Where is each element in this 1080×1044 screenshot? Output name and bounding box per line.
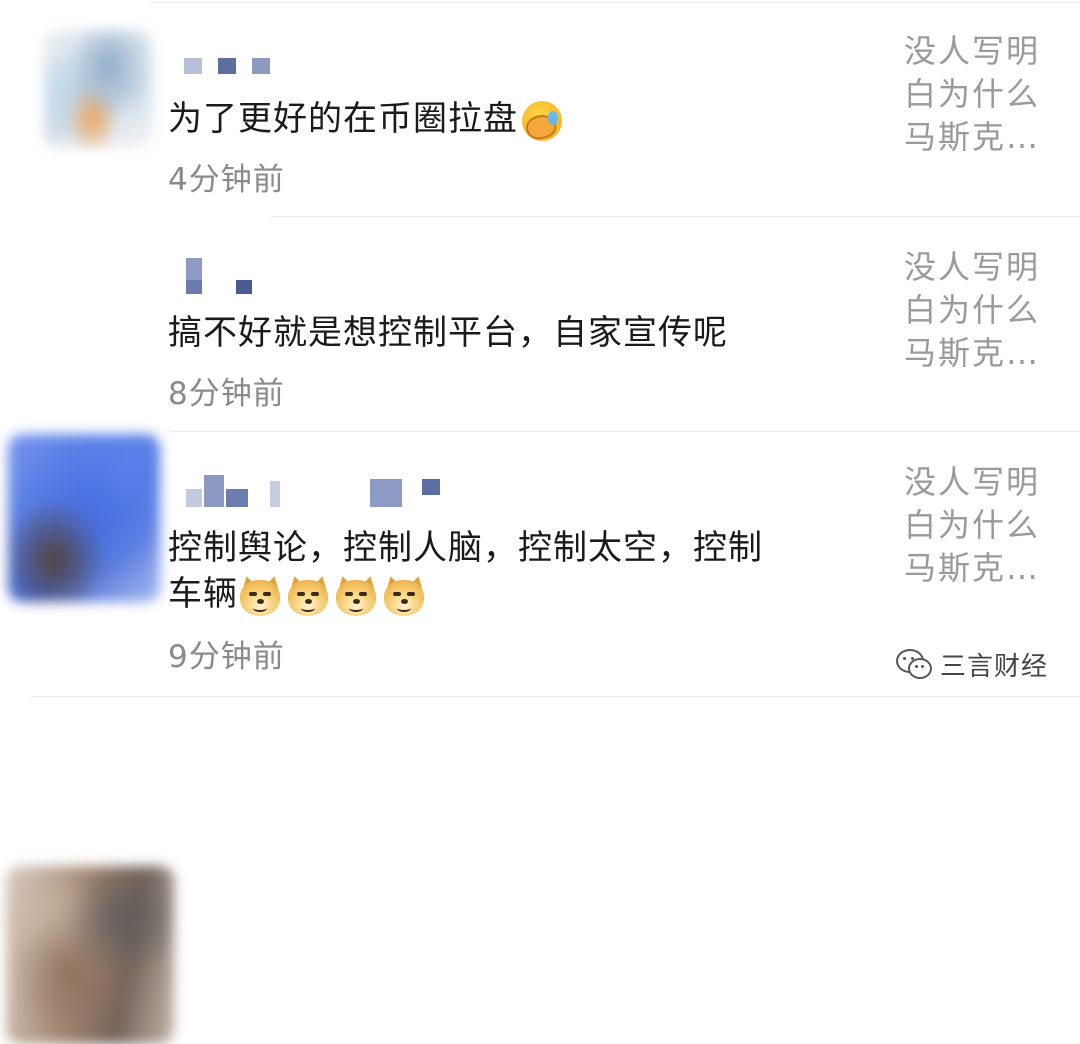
- article-snippet-line: 没人写明: [904, 32, 1041, 70]
- doge-emoji: [334, 573, 378, 616]
- doge-emoji: [286, 573, 330, 616]
- facepalm-emoji: [522, 100, 562, 143]
- avatar[interactable]: [44, 30, 152, 148]
- comment-timestamp: 8分钟前: [168, 376, 285, 412]
- article-snippet-line: 马斯克…: [904, 118, 1041, 156]
- doge-emoji-row: [238, 573, 430, 616]
- comment-text-line: 车辆: [168, 571, 763, 617]
- comment-text-line: 控制舆论，控制人脑，控制太空，控制: [168, 528, 763, 568]
- article-snippet-line: 马斯克…: [904, 334, 1041, 372]
- article-snippet-line: 马斯克…: [904, 549, 1041, 587]
- article-snippet-line: 白为什么: [904, 291, 1041, 329]
- comment-text: 为了更好的在币圈拉盘: [168, 96, 562, 143]
- username-mosaic[interactable]: [186, 258, 266, 298]
- article-snippet[interactable]: 没人写明 白为什么 马斯克…: [904, 246, 1064, 375]
- avatar[interactable]: [6, 866, 174, 1044]
- article-snippet[interactable]: 没人写明 白为什么 马斯克…: [904, 30, 1064, 159]
- comment-text: 控制舆论，控制人脑，控制太空，控制 车辆: [168, 525, 763, 617]
- article-snippet-line: 没人写明: [904, 248, 1041, 286]
- article-snippet-line: 白为什么: [904, 75, 1041, 113]
- watermark: 三言财经: [896, 644, 1048, 684]
- comment-feed: 为了更好的在币圈拉盘 4分钟前 没人写明 白为什么 马斯克… 搞不好就是想控制平…: [0, 0, 1080, 1044]
- comment-item-2[interactable]: 搞不好就是想控制平台，自家宣传呢 8分钟前 没人写明 白为什么 马斯克…: [0, 216, 1080, 602]
- article-snippet[interactable]: 没人写明 白为什么 马斯克…: [904, 461, 1064, 590]
- doge-emoji: [238, 573, 282, 616]
- wechat-icon: [896, 649, 932, 679]
- comment-timestamp: 4分钟前: [168, 162, 285, 198]
- article-snippet-line: 没人写明: [904, 463, 1041, 501]
- comment-item-1[interactable]: 为了更好的在币圈拉盘 4分钟前 没人写明 白为什么 马斯克…: [0, 0, 1080, 215]
- article-snippet-line: 白为什么: [904, 506, 1041, 544]
- divider: [30, 696, 1080, 697]
- comment-text-line-content: 车辆: [168, 574, 238, 614]
- comment-text-content: 为了更好的在币圈拉盘: [168, 99, 518, 139]
- comment-text: 搞不好就是想控制平台，自家宣传呢: [168, 313, 728, 353]
- doge-emoji: [382, 573, 426, 616]
- username-mosaic[interactable]: [184, 56, 274, 76]
- username-mosaic[interactable]: [186, 475, 446, 509]
- watermark-text: 三言财经: [940, 651, 1049, 682]
- comment-timestamp: 9分钟前: [168, 639, 285, 675]
